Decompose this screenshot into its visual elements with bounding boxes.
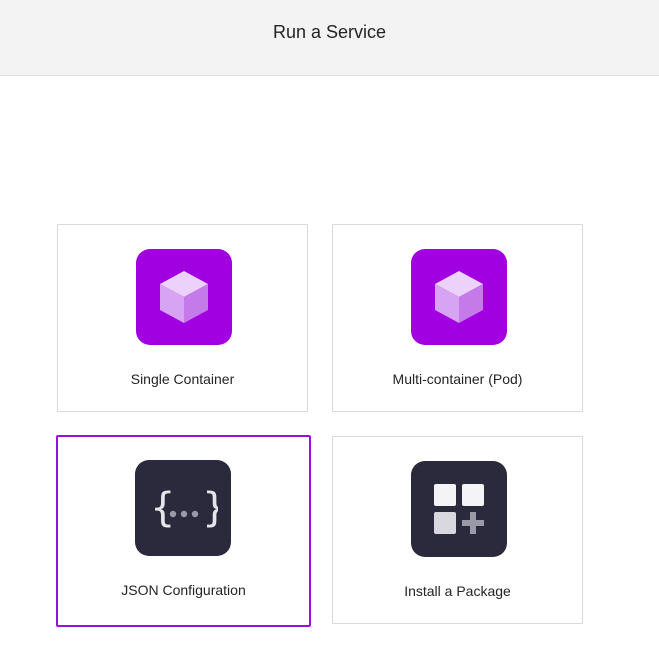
page-title: Run a Service	[272, 22, 387, 42]
svg-text:{: {	[150, 485, 175, 531]
option-label: JSON Configuration	[121, 582, 246, 598]
option-json-configuration[interactable]: { } JSON Configuration	[56, 435, 311, 627]
container-cube-icon	[136, 249, 232, 345]
svg-text:}: }	[202, 485, 218, 531]
option-label: Single Container	[130, 371, 235, 387]
json-braces-icon: { }	[135, 460, 231, 556]
modal-header: Run a Service	[0, 0, 659, 76]
option-single-container[interactable]: Single Container	[57, 224, 308, 412]
option-multi-container-pod[interactable]: Multi-container (Pod)	[332, 224, 583, 412]
package-grid-plus-icon	[411, 461, 507, 557]
option-install-package[interactable]: Install a Package	[332, 436, 583, 624]
option-label: Install a Package	[404, 583, 511, 599]
pod-cube-icon	[411, 249, 507, 345]
option-label: Multi-container (Pod)	[392, 371, 523, 387]
